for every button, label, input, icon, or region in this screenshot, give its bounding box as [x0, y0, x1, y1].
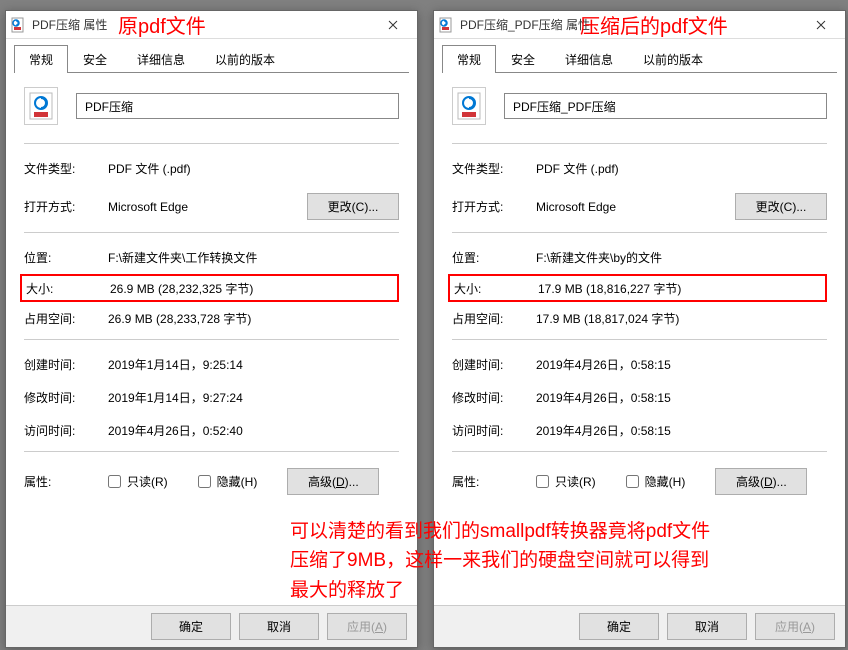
label-location: 位置:: [24, 249, 108, 266]
tab-content: 文件类型: PDF 文件 (.pdf) 打开方式: Microsoft Edge…: [6, 73, 417, 513]
apply-button[interactable]: 应用(A): [327, 613, 407, 640]
pdf-file-icon: [10, 17, 26, 33]
label-attributes: 属性:: [452, 473, 536, 490]
value-size-on-disk: 17.9 MB (18,817,024 字节): [536, 310, 827, 327]
tab-security[interactable]: 安全: [68, 45, 122, 73]
file-name-input[interactable]: [76, 93, 399, 119]
label-size-on-disk: 占用空间:: [452, 310, 536, 327]
hidden-checkbox-wrap[interactable]: 隐藏(H): [626, 473, 686, 490]
advanced-button[interactable]: 高级(D)...: [287, 468, 379, 495]
hidden-checkbox[interactable]: [198, 475, 211, 488]
divider: [24, 232, 399, 233]
window-title: PDF压缩 属性: [32, 16, 373, 33]
tab-general[interactable]: 常规: [14, 45, 68, 73]
label-size: 大小:: [26, 280, 110, 297]
value-created: 2019年1月14日，9:25:14: [108, 356, 399, 373]
value-modified: 2019年4月26日，0:58:15: [536, 389, 827, 406]
divider: [452, 339, 827, 340]
dialog-footer: 确定 取消 应用(A): [434, 605, 845, 647]
value-modified: 2019年1月14日，9:27:24: [108, 389, 399, 406]
titlebar[interactable]: PDF压缩_PDF压缩 属性: [434, 11, 845, 39]
label-size: 大小:: [454, 280, 538, 297]
divider: [24, 339, 399, 340]
cancel-button[interactable]: 取消: [667, 613, 747, 640]
tab-security[interactable]: 安全: [496, 45, 550, 73]
close-button[interactable]: [801, 12, 841, 38]
label-accessed: 访问时间:: [24, 422, 108, 439]
apply-button[interactable]: 应用(A): [755, 613, 835, 640]
readonly-checkbox[interactable]: [108, 475, 121, 488]
change-button[interactable]: 更改(C)...: [307, 193, 399, 220]
pdf-file-icon: [438, 17, 454, 33]
change-button[interactable]: 更改(C)...: [735, 193, 827, 220]
tab-bar: 常规 安全 详细信息 以前的版本: [6, 39, 417, 73]
divider: [452, 143, 827, 144]
value-opens-with: Microsoft Edge: [108, 200, 307, 214]
label-location: 位置:: [452, 249, 536, 266]
readonly-label: 只读(R): [555, 473, 596, 490]
size-row-highlighted: 大小: 26.9 MB (28,232,325 字节): [20, 274, 399, 302]
value-accessed: 2019年4月26日，0:58:15: [536, 422, 827, 439]
tab-details[interactable]: 详细信息: [550, 45, 628, 73]
label-attributes: 属性:: [24, 473, 108, 490]
value-file-type: PDF 文件 (.pdf): [108, 160, 399, 177]
properties-dialog-original: PDF压缩 属性 常规 安全 详细信息 以前的版本 文件类型: PDF 文件 (…: [5, 10, 418, 648]
value-opens-with: Microsoft Edge: [536, 200, 735, 214]
divider: [452, 451, 827, 452]
value-location: F:\新建文件夹\工作转换文件: [108, 249, 399, 266]
label-opens-with: 打开方式:: [24, 198, 108, 215]
value-size-on-disk: 26.9 MB (28,233,728 字节): [108, 310, 399, 327]
readonly-checkbox-wrap[interactable]: 只读(R): [108, 473, 168, 490]
advanced-button[interactable]: 高级(D)...: [715, 468, 807, 495]
hidden-checkbox[interactable]: [626, 475, 639, 488]
value-location: F:\新建文件夹\by的文件: [536, 249, 827, 266]
close-button[interactable]: [373, 12, 413, 38]
divider: [452, 232, 827, 233]
hidden-checkbox-wrap[interactable]: 隐藏(H): [198, 473, 258, 490]
cancel-button[interactable]: 取消: [239, 613, 319, 640]
readonly-checkbox[interactable]: [536, 475, 549, 488]
ok-button[interactable]: 确定: [151, 613, 231, 640]
tab-details[interactable]: 详细信息: [122, 45, 200, 73]
dialog-footer: 确定 取消 应用(A): [6, 605, 417, 647]
tab-bar: 常规 安全 详细信息 以前的版本: [434, 39, 845, 73]
file-name-input[interactable]: [504, 93, 827, 119]
size-row-highlighted: 大小: 17.9 MB (18,816,227 字节): [448, 274, 827, 302]
tab-previous[interactable]: 以前的版本: [200, 45, 290, 73]
label-size-on-disk: 占用空间:: [24, 310, 108, 327]
label-opens-with: 打开方式:: [452, 198, 536, 215]
label-modified: 修改时间:: [452, 389, 536, 406]
value-created: 2019年4月26日，0:58:15: [536, 356, 827, 373]
tab-previous[interactable]: 以前的版本: [628, 45, 718, 73]
value-file-type: PDF 文件 (.pdf): [536, 160, 827, 177]
pdf-large-icon: [452, 87, 486, 125]
window-title: PDF压缩_PDF压缩 属性: [460, 16, 801, 33]
label-modified: 修改时间:: [24, 389, 108, 406]
divider: [24, 143, 399, 144]
tab-content: 文件类型: PDF 文件 (.pdf) 打开方式: Microsoft Edge…: [434, 73, 845, 513]
label-accessed: 访问时间:: [452, 422, 536, 439]
titlebar[interactable]: PDF压缩 属性: [6, 11, 417, 39]
value-accessed: 2019年4月26日，0:52:40: [108, 422, 399, 439]
properties-dialog-compressed: PDF压缩_PDF压缩 属性 常规 安全 详细信息 以前的版本 文件类型: PD…: [433, 10, 846, 648]
hidden-label: 隐藏(H): [645, 473, 686, 490]
label-file-type: 文件类型:: [24, 160, 108, 177]
value-size: 26.9 MB (28,232,325 字节): [110, 280, 397, 297]
ok-button[interactable]: 确定: [579, 613, 659, 640]
readonly-checkbox-wrap[interactable]: 只读(R): [536, 473, 596, 490]
value-size: 17.9 MB (18,816,227 字节): [538, 280, 825, 297]
divider: [24, 451, 399, 452]
tab-general[interactable]: 常规: [442, 45, 496, 73]
label-file-type: 文件类型:: [452, 160, 536, 177]
readonly-label: 只读(R): [127, 473, 168, 490]
hidden-label: 隐藏(H): [217, 473, 258, 490]
label-created: 创建时间:: [24, 356, 108, 373]
label-created: 创建时间:: [452, 356, 536, 373]
pdf-large-icon: [24, 87, 58, 125]
